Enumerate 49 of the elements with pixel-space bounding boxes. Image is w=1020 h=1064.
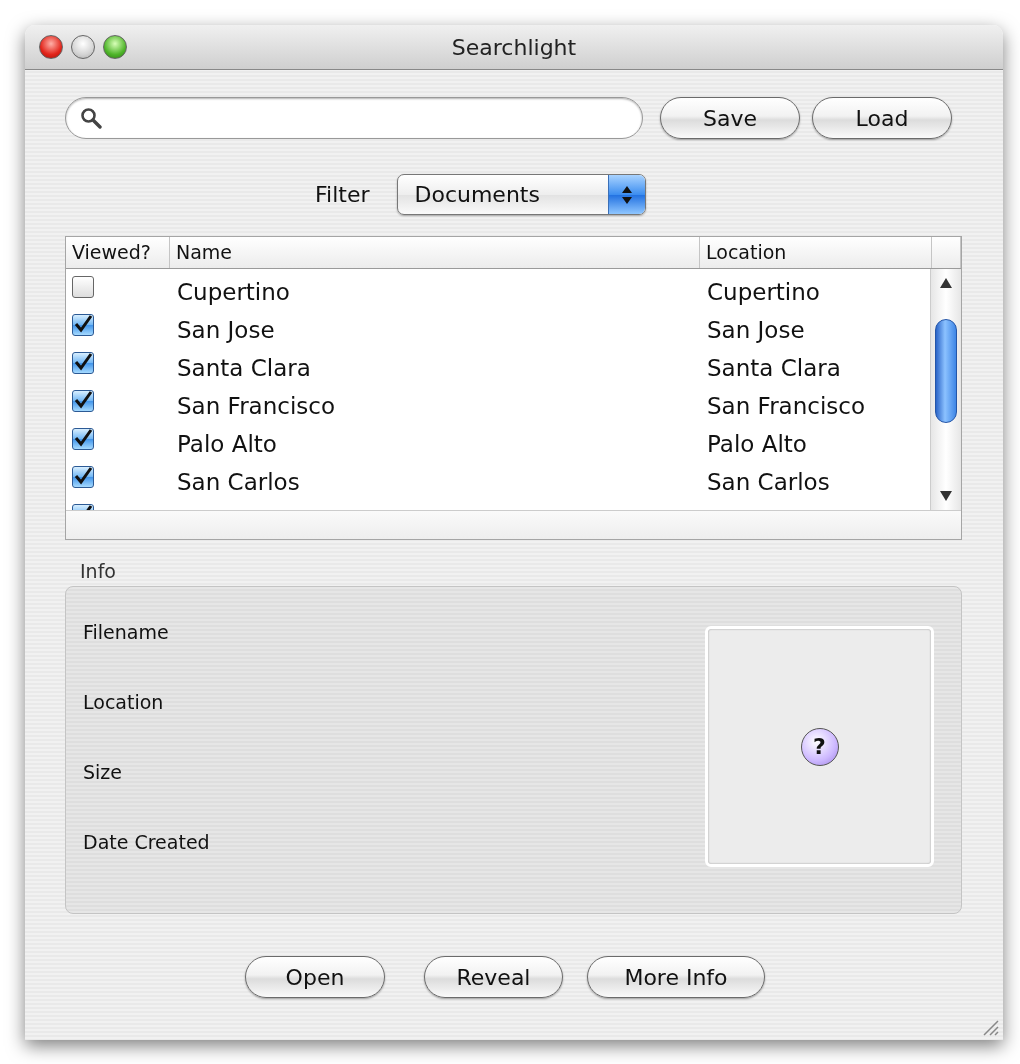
table-cell-text: San Carlos [176, 469, 301, 495]
question-mark-icon: ? [800, 727, 839, 766]
zoom-button[interactable] [103, 35, 127, 59]
table-cell-text: San Jose [176, 317, 276, 343]
table-cell-text: San Francisco [706, 393, 866, 419]
filter-dropdown[interactable]: Documents [397, 174, 647, 215]
checkbox[interactable] [72, 352, 94, 374]
window-title: Searchlight [451, 34, 577, 60]
table-cell-text: Palo Alto [176, 431, 278, 457]
checkbox[interactable] [72, 390, 94, 412]
checkmark-icon [73, 353, 93, 373]
button[interactable]: Load [812, 97, 952, 139]
checkbox[interactable] [72, 466, 94, 488]
field-label: Size [83, 761, 123, 782]
button[interactable]: Open [245, 956, 385, 998]
info-title: Info [80, 560, 117, 582]
checkmark-icon [73, 467, 93, 487]
table-cell-text: Cupertino [706, 279, 821, 305]
table-cell-text: Santa Clara [706, 355, 842, 381]
checkbox[interactable] [72, 276, 94, 298]
column-header[interactable]: Viewed? [66, 237, 170, 268]
table-cell-text: Cupertino [176, 279, 291, 305]
checkmark-icon [73, 315, 93, 335]
column-header[interactable]: Name [170, 237, 700, 268]
search-field[interactable] [65, 97, 643, 139]
minimize-button[interactable] [71, 35, 95, 59]
scroll-up-arrow-icon[interactable] [939, 277, 954, 289]
close-button[interactable] [39, 35, 63, 59]
scroll-down-arrow-icon[interactable] [939, 490, 954, 502]
field-label: Filename [83, 621, 170, 642]
table-cell-text: San Jose [706, 317, 806, 343]
button[interactable]: More Info [587, 956, 765, 998]
button[interactable]: Save [660, 97, 800, 139]
table-cell-text: San Carlos [706, 469, 831, 495]
scroll-thumb[interactable] [935, 319, 958, 423]
search-icon [80, 107, 102, 129]
scrollbar[interactable] [930, 269, 961, 510]
table-cell-text: San Francisco [176, 393, 336, 419]
checkbox[interactable] [72, 314, 94, 336]
checkmark-icon [73, 429, 93, 449]
button[interactable]: Reveal [424, 956, 563, 998]
table-cell-text: Palo Alto [706, 431, 808, 457]
table-cell-text: Santa Clara [176, 355, 312, 381]
checkbox[interactable] [72, 428, 94, 450]
field-label: Location [83, 691, 165, 712]
filter-label: Filter [315, 182, 370, 207]
field-label: Date Created [83, 831, 211, 852]
column-header[interactable]: Location [700, 237, 932, 268]
checkmark-icon [73, 391, 93, 411]
